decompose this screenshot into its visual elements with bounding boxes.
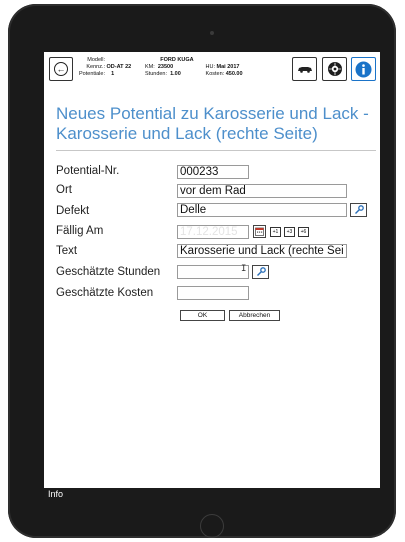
potentiale-value: 1: [111, 71, 115, 77]
calendar-icon: [255, 227, 264, 236]
vehicle-info-left: Modell: Kennz.: OD-AT 22 Potentiale: 1: [77, 57, 147, 78]
stunden-field[interactable]: [177, 265, 249, 279]
app-screen: ← Modell: Kennz.: OD-AT 22 Potentiale: 1…: [44, 52, 380, 500]
kennz-label: Kennz.:: [86, 64, 105, 70]
wrench-icon: [354, 205, 364, 214]
tire-icon: [327, 62, 342, 76]
tire-button[interactable]: [322, 57, 347, 81]
km-label: KM:: [145, 64, 155, 70]
vehicle-header: ← Modell: Kennz.: OD-AT 22 Potentiale: 1…: [44, 52, 380, 94]
vehicle-info-middle: FORD KUGA KM: 23500 Stunden: 1.00: [145, 57, 205, 78]
info-button[interactable]: [351, 57, 376, 81]
back-button[interactable]: ←: [49, 57, 73, 81]
info-bar[interactable]: Info: [44, 488, 380, 500]
car-icon: [297, 67, 312, 73]
date-plus-6-button[interactable]: +6: [298, 227, 309, 237]
faellig-am-field[interactable]: 17.12.2015: [177, 225, 249, 239]
defekt-lookup-button[interactable]: [350, 203, 367, 217]
stunden-label-form: Geschätzte Stunden: [56, 266, 161, 278]
text-field[interactable]: Karosserie und Lack (rechte Sei: [177, 244, 347, 258]
back-icon: ←: [54, 62, 68, 76]
kosten-value: 450.00: [225, 71, 243, 77]
title-divider: [56, 150, 376, 151]
kosten-field[interactable]: [177, 286, 249, 300]
page-title: Neues Potential zu Karosserie und Lack -…: [56, 104, 369, 143]
wrench-icon: [256, 267, 266, 276]
tablet-frame: ← Modell: Kennz.: OD-AT 22 Potentiale: 1…: [8, 4, 396, 538]
text-label: Text: [56, 245, 78, 257]
stunden-lookup-button[interactable]: [252, 265, 269, 279]
info-icon: [355, 61, 372, 77]
modell-label: Modell:: [87, 57, 105, 63]
stunden-label: Stunden:: [145, 71, 168, 77]
defekt-field[interactable]: Delle: [177, 203, 347, 217]
text-cursor: I: [241, 264, 247, 274]
defekt-label: Defekt: [56, 205, 90, 217]
faellig-am-label: Fällig Am: [56, 225, 104, 237]
stunden-value: 1.00: [170, 71, 181, 77]
date-plus-3-button[interactable]: +3: [284, 227, 295, 237]
vehicle-button[interactable]: [292, 57, 317, 81]
hu-value: Mai 2017: [216, 64, 240, 70]
km-value: 23500: [157, 64, 174, 70]
modell-value: FORD KUGA: [160, 57, 194, 63]
kennz-value: OD-AT 22: [106, 64, 132, 70]
potentiale-label: Potentiale:: [79, 71, 105, 77]
potential-nr-label: Potential-Nr.: [56, 165, 120, 177]
kosten-label-form: Geschätzte Kosten: [56, 287, 154, 299]
hu-label: HU:: [205, 64, 216, 70]
cancel-button[interactable]: Abbrechen: [229, 310, 280, 321]
ort-field[interactable]: vor dem Rad: [177, 184, 347, 198]
home-button[interactable]: [200, 514, 224, 538]
potential-nr-field[interactable]: 000233: [177, 165, 249, 179]
ok-button[interactable]: OK: [180, 310, 225, 321]
vehicle-info-right: HU: Mai 2017 Kosten: 450.00: [204, 57, 264, 78]
ort-label: Ort: [56, 184, 72, 196]
calendar-button[interactable]: [253, 225, 266, 238]
camera: [210, 31, 214, 35]
kosten-label: Kosten:: [205, 71, 225, 77]
date-plus-1-button[interactable]: +1: [270, 227, 281, 237]
